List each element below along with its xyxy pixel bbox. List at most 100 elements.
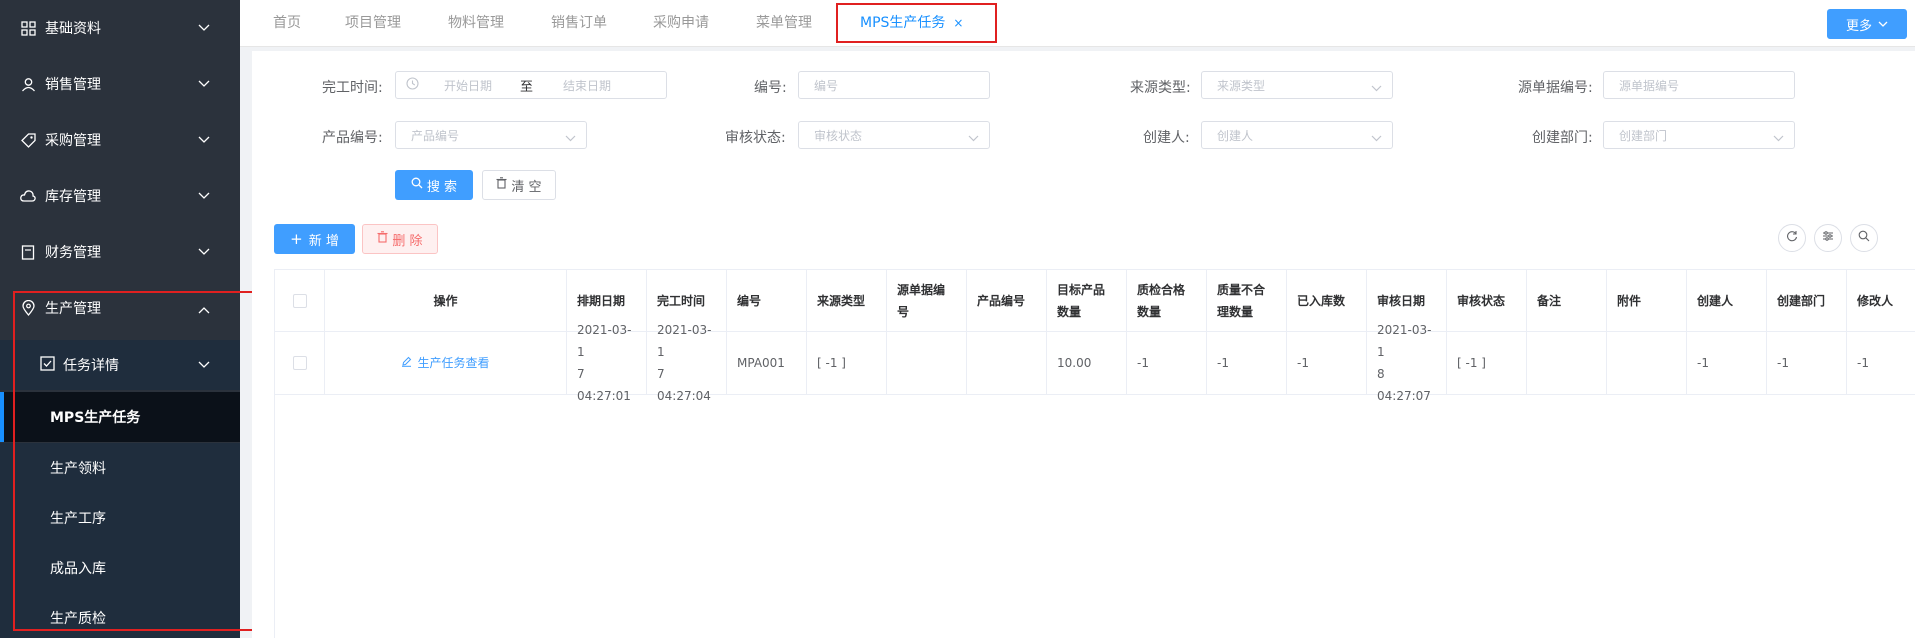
sidebar-item-inventory[interactable]: 库存管理: [0, 168, 240, 224]
audit-status-label: 审核状态:: [725, 130, 786, 146]
sidebar-item-label: 基础资料: [45, 21, 101, 37]
source-code-input[interactable]: 源单据编号: [1603, 71, 1795, 99]
table-cell[interactable]: 生产任务查看: [325, 332, 567, 395]
sidebar-item-purchase[interactable]: 采购管理: [0, 112, 240, 168]
cell-line: -1: [1697, 356, 1709, 370]
chevron-down-icon: [198, 188, 210, 204]
table-cell: -1: [1847, 332, 1915, 395]
cell-line: -1: [1297, 356, 1309, 370]
code-placeholder: 编号: [814, 78, 839, 93]
row-select-cell[interactable]: [275, 332, 325, 395]
tab-mps-task[interactable]: MPS生产任务 ×: [860, 12, 963, 32]
cell-line: 7 04:27:04: [657, 367, 711, 403]
tag-icon: [20, 132, 36, 148]
row-checkbox[interactable]: [292, 356, 307, 370]
sidebar-item-label: 销售管理: [45, 77, 101, 93]
sidebar-item-material-requisition[interactable]: 生产领料: [0, 443, 240, 493]
column-header-line: 质检合格: [1137, 282, 1186, 297]
delete-button[interactable]: 删 除: [362, 224, 438, 254]
view-task-link[interactable]: 生产任务查看: [401, 352, 490, 374]
column-header: 来源类型: [807, 270, 887, 332]
toggle-search-button[interactable]: [1850, 224, 1878, 252]
column-header: 附件: [1607, 270, 1687, 332]
cloud-icon: [20, 188, 36, 204]
checkbox-icon: [40, 355, 55, 375]
sidebar-item-process[interactable]: 生产工序: [0, 493, 240, 543]
chevron-down-icon: [198, 244, 210, 260]
search-button-label: 搜 索: [426, 179, 458, 195]
column-header-text: 来源类型: [817, 290, 865, 312]
select-all-header[interactable]: [275, 270, 325, 332]
table-cell: [1527, 332, 1607, 395]
clear-button-label: 清 空: [511, 179, 542, 195]
cell-text: -1: [1697, 352, 1709, 374]
main-panel: 完工时间: 开始日期 至 结束日期 编号: 编号 来源类型: 来源类型 源单据编…: [252, 51, 1915, 638]
tab-project[interactable]: 项目管理: [345, 12, 401, 32]
column-header-text: 附件: [1617, 290, 1641, 312]
column-header-line: 创建部门: [1777, 293, 1826, 308]
audit-status-placeholder: 审核状态: [814, 128, 863, 143]
refresh-button[interactable]: [1778, 224, 1806, 252]
column-header-line: 修改人: [1857, 293, 1894, 308]
column-header-text: 操作: [433, 290, 457, 312]
cell-line: 2021-03-1: [577, 323, 632, 359]
sidebar-item-label: 成品入库: [50, 561, 106, 577]
table-cell: -1: [1207, 332, 1287, 395]
creator-select[interactable]: 创建人: [1201, 121, 1393, 149]
select-all-checkbox[interactable]: [292, 293, 307, 308]
column-header-line: 理数量: [1217, 304, 1254, 319]
more-button[interactable]: 更多: [1827, 9, 1907, 39]
sidebar-group-task-details[interactable]: 任务详情: [0, 340, 240, 390]
column-header-text: 质检合格 数量: [1137, 279, 1185, 323]
sidebar-item-finished-goods[interactable]: 成品入库: [0, 543, 240, 593]
column-settings-button[interactable]: [1814, 224, 1842, 252]
product-code-placeholder: 产品编号: [411, 128, 460, 143]
table-cell: -1: [1767, 332, 1847, 395]
column-header: 操作: [325, 270, 567, 332]
column-header-line: 排期日期: [577, 293, 626, 308]
add-button[interactable]: + 新 增: [274, 224, 355, 254]
sidebar-item-quality-check[interactable]: 生产质检: [0, 593, 240, 638]
column-header-line: 已入库数: [1297, 293, 1346, 308]
start-date-placeholder: 开始日期: [444, 78, 493, 93]
sidebar-item-label: MPS生产任务: [50, 410, 141, 426]
trash-icon: [377, 231, 388, 247]
column-header-text: 审核状态: [1457, 290, 1505, 312]
sidebar-item-finance[interactable]: 财务管理: [0, 224, 240, 280]
tab-sales-order[interactable]: 销售订单: [551, 12, 607, 32]
chevron-up-icon: [198, 302, 210, 318]
column-header-line: 质量不合: [1217, 282, 1266, 297]
source-type-select[interactable]: 来源类型: [1201, 71, 1393, 99]
column-header: 质检合格 数量: [1127, 270, 1207, 332]
search-button[interactable]: 搜 索: [395, 170, 473, 200]
audit-status-select[interactable]: 审核状态: [798, 121, 990, 149]
creator-placeholder: 创建人: [1217, 128, 1254, 143]
cell-line: 8 04:27:07: [1377, 367, 1431, 403]
finish-time-range[interactable]: 开始日期 至 结束日期: [395, 71, 667, 99]
column-header-text: 源单据编号: [897, 279, 945, 323]
table-cell: -1: [1287, 332, 1367, 395]
close-icon[interactable]: ×: [953, 16, 963, 30]
product-code-select[interactable]: 产品编号: [395, 121, 587, 149]
tab-home[interactable]: 首页: [273, 12, 301, 32]
column-header-line: 备注: [1537, 293, 1562, 308]
dept-select[interactable]: 创建部门: [1603, 121, 1795, 149]
sidebar-item-basic-data[interactable]: 基础资料: [0, 0, 240, 56]
tab-purchase-request[interactable]: 采购申请: [653, 12, 709, 32]
code-input[interactable]: 编号: [798, 71, 990, 99]
edit-icon: [401, 356, 412, 370]
table-cell: [967, 332, 1047, 395]
chevron-down-icon: [198, 76, 210, 92]
cell-line: -1: [1857, 356, 1869, 370]
tab-menu[interactable]: 菜单管理: [756, 12, 812, 32]
column-header: 源单据编号: [887, 270, 967, 332]
sidebar-item-production[interactable]: 生产管理: [0, 280, 240, 336]
column-header-text: 排期日期: [577, 290, 625, 312]
cell-line: 7 04:27:01: [577, 367, 631, 403]
tab-material[interactable]: 物料管理: [448, 12, 504, 32]
sidebar-item-mps-task[interactable]: MPS生产任务: [0, 392, 240, 442]
chevron-down-icon: [1878, 17, 1888, 32]
sidebar-item-sales[interactable]: 销售管理: [0, 56, 240, 112]
clear-button[interactable]: 清 空: [482, 170, 556, 200]
column-header-line: 操作: [433, 293, 458, 308]
